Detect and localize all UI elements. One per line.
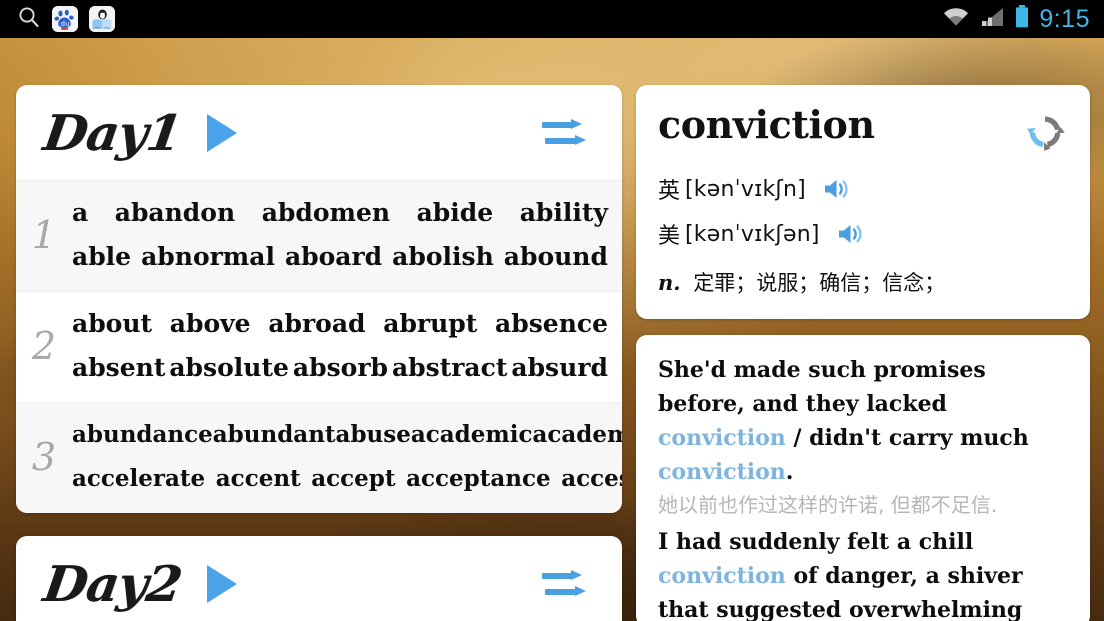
day-card-1[interactable]: Day1 1 a abandon abdomen abide ability a… [16, 85, 622, 513]
word[interactable]: abandon [115, 191, 235, 235]
baidu-app-icon[interactable]: du [52, 6, 78, 32]
word[interactable]: aboard [285, 235, 382, 279]
word[interactable]: absurd [511, 346, 608, 390]
pronunciation-us: 美 [kənˈvɪkʃən] [658, 218, 1068, 250]
word[interactable]: academic [411, 413, 533, 457]
word[interactable]: abundance [72, 413, 213, 457]
row-words: a abandon abdomen abide ability able abn… [72, 191, 614, 279]
play-icon[interactable] [206, 564, 237, 603]
headword: conviction [658, 102, 875, 147]
day-card-2[interactable]: Day2 [16, 536, 622, 621]
definition-card: conviction 英 [kənˈvɪkʃn] 美 [kənˈvɪkʃən] … [636, 85, 1090, 319]
word[interactable]: a [72, 191, 88, 235]
speaker-icon[interactable] [822, 176, 852, 202]
word[interactable]: abstract [392, 346, 507, 390]
definition-header: conviction [658, 105, 1068, 160]
pronunciation-lang: 美 [658, 224, 681, 249]
main-content: Day1 1 a abandon abdomen abide ability a… [0, 38, 1104, 621]
svg-text:du: du [61, 20, 70, 28]
word[interactable]: acceptance [406, 457, 551, 501]
status-bar-clock: 9:15 [1039, 4, 1090, 33]
word[interactable]: above [170, 302, 251, 346]
swap-order-icon[interactable] [542, 114, 594, 152]
word[interactable]: access [561, 457, 622, 501]
example-text: / didn't carry much [785, 425, 1029, 451]
word[interactable]: academy [532, 413, 622, 457]
word-list-column: Day1 1 a abandon abdomen abide ability a… [16, 85, 622, 621]
day-card-header: Day1 [16, 85, 622, 180]
word[interactable]: absorb [293, 346, 388, 390]
part-of-speech: n. [658, 270, 681, 295]
row-words: abundance abundant abuse academic academ… [72, 413, 622, 501]
pronunciation-uk: 英 [kənˈvɪkʃn] [658, 173, 1068, 205]
example-translation: 她以前也作过这样的许诺, 但都不足信. [658, 493, 998, 517]
word[interactable]: abdomen [262, 191, 390, 235]
example-keyword: conviction [658, 563, 786, 589]
word[interactable]: abnormal [141, 235, 275, 279]
word[interactable]: able [72, 235, 131, 279]
signal-icon [979, 6, 1005, 33]
word[interactable]: abroad [268, 302, 365, 346]
word-row[interactable]: 2 about above abroad abrupt absence abse… [16, 291, 622, 402]
status-bar: du 9:15 [0, 0, 1104, 38]
day-title: Day1 [39, 103, 185, 162]
example-text: I had suddenly felt a chill [658, 529, 974, 555]
word[interactable]: abrupt [383, 302, 477, 346]
word-line: a abandon abdomen abide ability [72, 191, 614, 235]
wifi-icon [942, 6, 970, 33]
word[interactable]: abound [504, 235, 608, 279]
word[interactable]: absence [495, 302, 608, 346]
detail-column: conviction 英 [kənˈvɪkʃn] 美 [kənˈvɪkʃən] … [636, 85, 1090, 621]
word-line: able abnormal aboard abolish abound [72, 235, 614, 279]
word[interactable]: abolish [392, 235, 494, 279]
battery-icon [1014, 4, 1030, 35]
word[interactable]: accent [216, 457, 301, 501]
examples-card: She'd made such promises before, and the… [636, 335, 1090, 621]
day-card-header: Day2 [16, 536, 622, 621]
word[interactable]: abundant [213, 413, 336, 457]
word-row[interactable]: 3 abundance abundant abuse academic acad… [16, 402, 622, 513]
word-line: accelerate accent accept acceptance acce… [72, 457, 622, 501]
word[interactable]: ability [520, 191, 608, 235]
word-line: abundance abundant abuse academic academ… [72, 413, 622, 457]
reading-app-icon[interactable] [89, 6, 115, 32]
pronunciation-ipa: [kənˈvɪkʃn] [685, 176, 806, 202]
row-number: 1 [31, 213, 57, 257]
status-bar-notifications: du [0, 5, 115, 34]
play-icon[interactable] [206, 113, 237, 152]
row-words: about above abroad abrupt absence absent… [72, 302, 614, 390]
refresh-icon[interactable] [1022, 109, 1068, 160]
swap-order-icon[interactable] [542, 565, 594, 603]
example-text: . [785, 459, 794, 485]
pronunciation-lang: 英 [658, 179, 681, 204]
word[interactable]: abuse [336, 413, 411, 457]
example-keyword: conviction [658, 425, 786, 451]
word-row[interactable]: 1 a abandon abdomen abide ability able a… [16, 180, 622, 291]
example-sentence: I had suddenly felt a chill conviction o… [658, 525, 1068, 621]
day-title: Day2 [39, 554, 185, 613]
word[interactable]: accept [311, 457, 395, 501]
row-number: 2 [31, 324, 57, 368]
pronunciation-ipa: [kənˈvɪkʃən] [685, 221, 820, 247]
example-text: She'd made such promises before, and the… [658, 357, 986, 417]
app-screen: du 9:15 Day1 1 a abandon abdomen abide a… [0, 0, 1104, 621]
example-keyword: conviction [658, 459, 786, 485]
speaker-icon[interactable] [836, 221, 866, 247]
word[interactable]: about [72, 302, 152, 346]
example-sentence: She'd made such promises before, and the… [658, 353, 1068, 489]
word[interactable]: abide [417, 191, 494, 235]
word[interactable]: absent [72, 346, 165, 390]
meaning-text: 定罪；说服；确信；信念； [693, 271, 946, 295]
word[interactable]: accelerate [72, 457, 205, 501]
word-line: absent absolute absorb abstract absurd [72, 346, 614, 390]
search-icon[interactable] [17, 5, 41, 34]
word[interactable]: absolute [169, 346, 289, 390]
definition-meaning-line: n. 定罪；说服；确信；信念； [658, 267, 1068, 297]
word-line: about above abroad abrupt absence [72, 302, 614, 346]
row-number: 3 [31, 435, 57, 479]
status-bar-system: 9:15 [942, 4, 1104, 35]
